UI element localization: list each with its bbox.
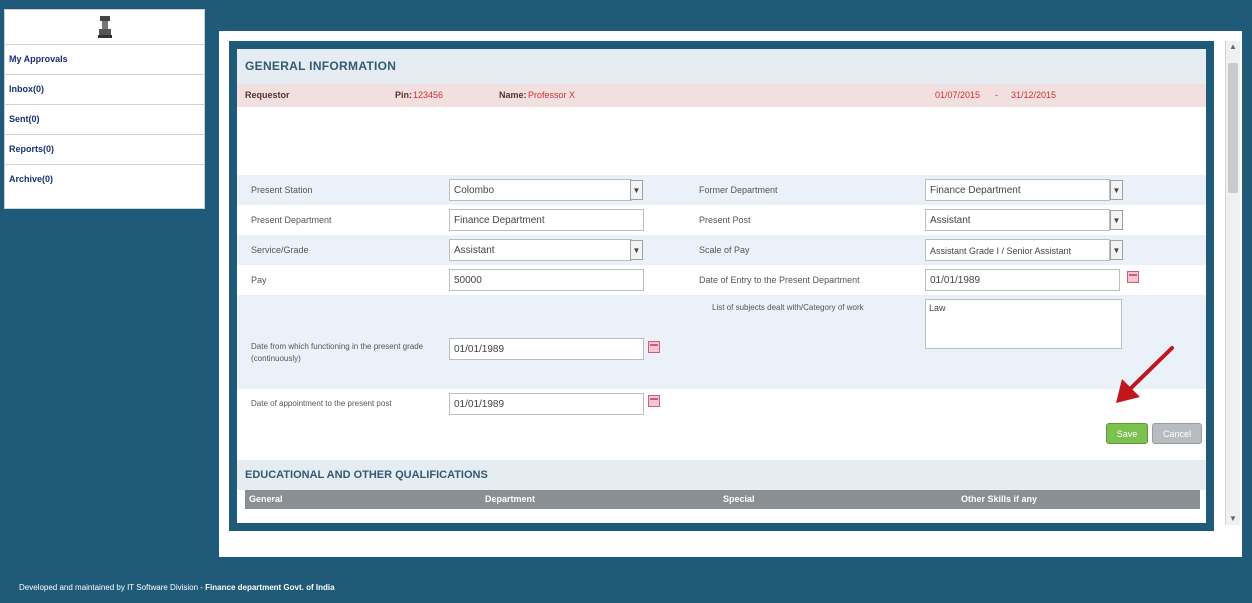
date-appointment-label: Date of appointment to the present post xyxy=(251,399,392,408)
present-post-label: Present Post xyxy=(699,215,751,225)
footer: Developed and maintained by IT Software … xyxy=(19,583,335,592)
date-from: 01/07/2015 xyxy=(935,90,981,100)
name-value: Professor X xyxy=(528,90,576,100)
calendar-icon[interactable] xyxy=(648,395,660,407)
column-header-other-skills: Other Skills if any xyxy=(961,494,1038,504)
footer-text: Developed and maintained by IT Software … xyxy=(19,583,206,592)
save-button[interactable]: Save xyxy=(1106,423,1148,444)
pay-field[interactable]: 50000 xyxy=(449,269,644,291)
requestor-label: Requestor xyxy=(245,90,290,100)
present-station-label: Present Station xyxy=(251,185,313,195)
scale-of-pay-label: Scale of Pay xyxy=(699,245,750,255)
date-entry-label: Date of Entry to the Present Department xyxy=(699,275,860,285)
present-department-label: Present Department xyxy=(251,215,332,225)
calendar-icon[interactable] xyxy=(1127,271,1139,283)
sidebar-item-approvals[interactable]: My Approvals xyxy=(5,45,204,75)
footer-org: Finance department Govt. of India xyxy=(205,583,335,592)
cancel-button[interactable]: Cancel xyxy=(1152,423,1202,444)
subjects-label: List of subjects dealt with/Category of … xyxy=(712,303,864,312)
education-table-header: General Department Special Other Skills … xyxy=(245,490,1200,509)
scrollbar-thumb[interactable] xyxy=(1228,63,1238,193)
subjects-textarea[interactable]: Law xyxy=(925,299,1122,349)
column-header-general: General xyxy=(249,494,283,504)
form-row-appointment: Date of appointment to the present post … xyxy=(237,389,1206,419)
chevron-down-icon[interactable]: ▼ xyxy=(630,180,643,200)
education-table-row xyxy=(245,509,1200,523)
pay-label: Pay xyxy=(251,275,267,285)
pin-value: 123456 xyxy=(413,90,444,100)
form-row-1: Present Station Colombo ▼ Former Departm… xyxy=(237,175,1206,205)
former-department-select[interactable]: Finance Department xyxy=(925,179,1110,201)
date-separator: - xyxy=(995,90,998,100)
former-department-label: Former Department xyxy=(699,185,778,195)
sidebar-item-sent[interactable]: Sent(0) xyxy=(5,105,204,135)
column-header-special: Special xyxy=(723,494,755,504)
section-title-general: GENERAL INFORMATION xyxy=(237,49,1206,84)
requestor-info-bar: Requestor Pin: 123456 Name: Professor X … xyxy=(237,84,1206,107)
form-frame: GENERAL INFORMATION Requestor Pin: 12345… xyxy=(229,41,1214,531)
form-row-2: Present Department Finance Department Pr… xyxy=(237,205,1206,235)
calendar-icon[interactable] xyxy=(648,341,660,353)
form-panel: GENERAL INFORMATION Requestor Pin: 12345… xyxy=(237,49,1206,523)
sidebar-item-inbox[interactable]: Inbox(0) xyxy=(5,75,204,105)
section-title-education: EDUCATIONAL AND OTHER QUALIFICATIONS xyxy=(237,460,1206,490)
date-commencing-label: Date from which functioning in the prese… xyxy=(251,342,424,363)
form-block-dates: List of subjects dealt with/Category of … xyxy=(237,295,1206,389)
date-appointment-field[interactable]: 01/01/1989 xyxy=(449,393,644,415)
scroll-up-icon[interactable]: ▲ xyxy=(1226,41,1240,53)
vertical-scrollbar[interactable]: ▲ ▼ xyxy=(1225,41,1240,525)
form-row-3: Service/Grade Assistant ▼ Scale of Pay A… xyxy=(237,235,1206,265)
service-select[interactable]: Assistant xyxy=(449,239,632,261)
column-header-department: Department xyxy=(485,494,536,504)
logo-emblem-icon xyxy=(5,10,204,45)
red-pointer-arrow-icon xyxy=(1116,346,1174,403)
service-label: Service/Grade xyxy=(251,245,309,255)
sidebar-item-archive[interactable]: Archive(0) xyxy=(5,165,204,194)
pin-label: Pin: xyxy=(395,90,412,100)
scale-of-pay-select[interactable]: Assistant Grade I / Senior Assistant xyxy=(925,239,1110,261)
main-content: GENERAL INFORMATION Requestor Pin: 12345… xyxy=(219,31,1242,557)
present-department-field[interactable]: Finance Department xyxy=(449,209,644,231)
chevron-down-icon[interactable]: ▼ xyxy=(1110,210,1123,230)
name-label: Name: xyxy=(499,90,527,100)
form-row-4: Pay 50000 Date of Entry to the Present D… xyxy=(237,265,1206,295)
chevron-down-icon[interactable]: ▼ xyxy=(1110,180,1123,200)
chevron-down-icon[interactable]: ▼ xyxy=(630,240,643,260)
present-station-select[interactable]: Colombo xyxy=(449,179,632,201)
emblem-icon xyxy=(97,16,112,38)
present-post-select[interactable]: Assistant xyxy=(925,209,1110,231)
chevron-down-icon[interactable]: ▼ xyxy=(1110,240,1123,260)
date-to: 31/12/2015 xyxy=(1011,90,1057,100)
scroll-down-icon[interactable]: ▼ xyxy=(1226,513,1240,525)
sidebar-item-reports[interactable]: Reports(0) xyxy=(5,135,204,165)
date-commencing-field[interactable]: 01/01/1989 xyxy=(449,338,644,360)
sidebar: My Approvals Inbox(0) Sent(0) Reports(0)… xyxy=(4,9,205,209)
date-entry-field[interactable]: 01/01/1989 xyxy=(925,269,1120,291)
